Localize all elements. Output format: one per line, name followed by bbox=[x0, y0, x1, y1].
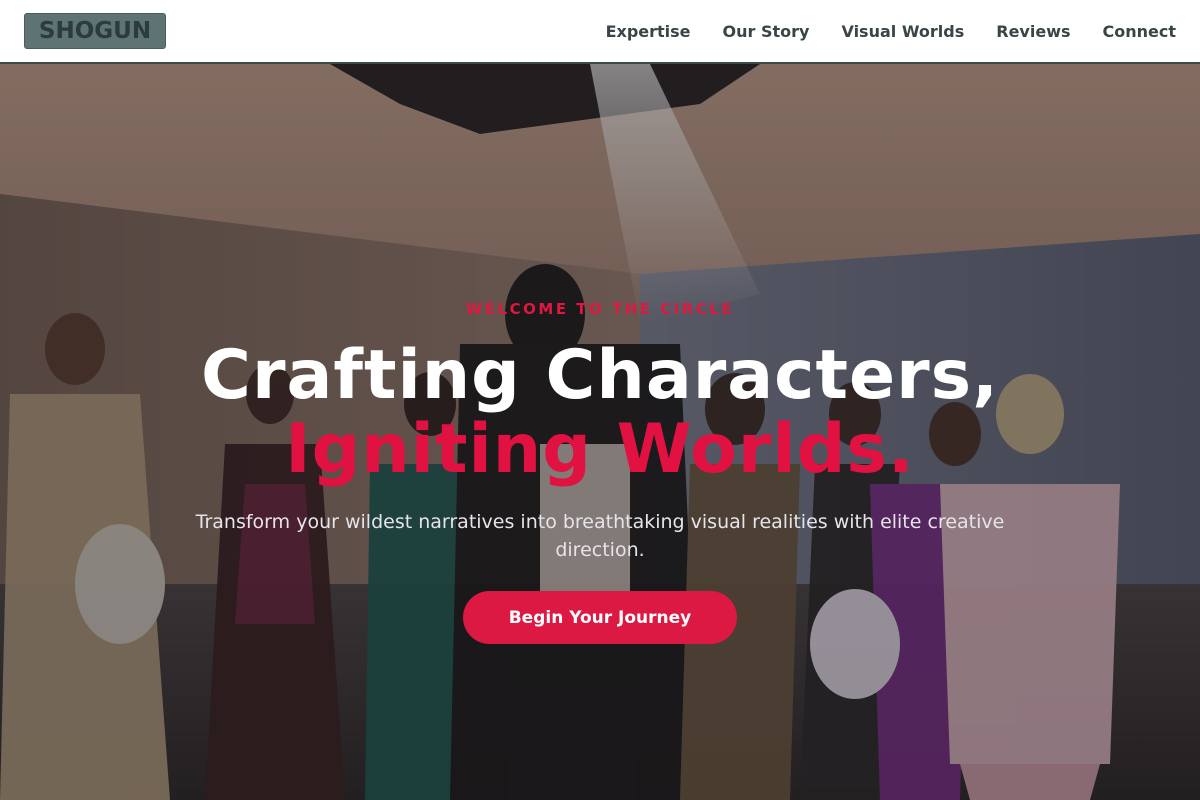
logo[interactable]: SHOGUN bbox=[24, 13, 166, 49]
site-header: SHOGUN Expertise Our Story Visual Worlds… bbox=[0, 0, 1200, 64]
nav-link-reviews[interactable]: Reviews bbox=[996, 22, 1070, 41]
nav-link-visual-worlds[interactable]: Visual Worlds bbox=[841, 22, 964, 41]
hero-eyebrow: WELCOME TO THE CIRCLE bbox=[465, 300, 735, 318]
hero-section: WELCOME TO THE CIRCLE Crafting Character… bbox=[0, 64, 1200, 800]
hero-headline-line2: Igniting Worlds. bbox=[285, 410, 915, 489]
hero-subtitle: Transform your wildest narratives into b… bbox=[195, 511, 1005, 561]
hero-content: WELCOME TO THE CIRCLE Crafting Character… bbox=[0, 64, 1200, 800]
main-nav: Expertise Our Story Visual Worlds Review… bbox=[606, 22, 1176, 41]
nav-link-connect[interactable]: Connect bbox=[1103, 22, 1177, 41]
hero-headline-line1: Crafting Characters, bbox=[201, 336, 999, 415]
begin-journey-button[interactable]: Begin Your Journey bbox=[463, 591, 737, 644]
nav-link-our-story[interactable]: Our Story bbox=[723, 22, 810, 41]
nav-link-expertise[interactable]: Expertise bbox=[606, 22, 691, 41]
